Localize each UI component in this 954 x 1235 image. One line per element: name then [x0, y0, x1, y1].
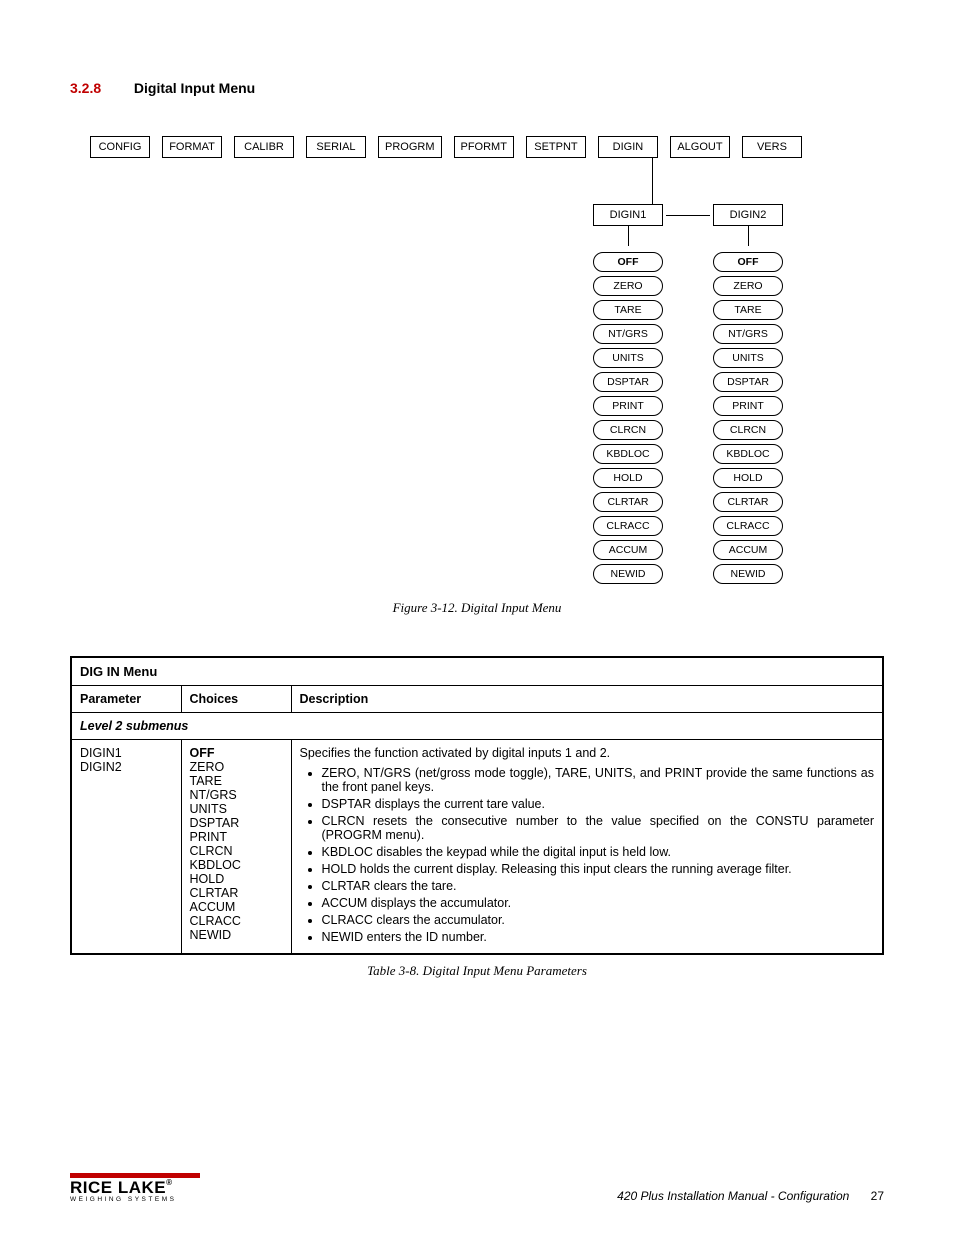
page-number: 27 — [871, 1189, 884, 1203]
bullet: CLRCN resets the consecutive number to t… — [322, 814, 875, 842]
opt2-clrcn: CLRCN — [713, 420, 783, 440]
choice-item: CLRTAR — [190, 886, 283, 900]
opt-hold: HOLD — [593, 468, 663, 488]
choice-item: NEWID — [190, 928, 283, 942]
opt-ntgrs: NT/GRS — [593, 324, 663, 344]
menu-pformt: PFORMT — [454, 136, 514, 158]
table-caption: Table 3-8. Digital Input Menu Parameters — [70, 963, 884, 979]
menu-serial: SERIAL — [306, 136, 366, 158]
figure-caption: Figure 3-12. Digital Input Menu — [70, 600, 884, 616]
choice-item: ACCUM — [190, 900, 283, 914]
menu-calibr: CALIBR — [234, 136, 294, 158]
top-menu-row: CONFIG FORMAT CALIBR SERIAL PROGRM PFORM… — [90, 136, 884, 158]
choice-item: CLRCN — [190, 844, 283, 858]
table-row: DIGIN1 DIGIN2 OFF ZERO TARE NT/GRS UNITS… — [71, 740, 883, 955]
menu-algout: ALGOUT — [670, 136, 730, 158]
param-digin1: DIGIN1 — [80, 746, 173, 760]
cell-params: DIGIN1 DIGIN2 — [71, 740, 181, 955]
opt2-newid: NEWID — [713, 564, 783, 584]
menu-vers: VERS — [742, 136, 802, 158]
opt2-tare: TARE — [713, 300, 783, 320]
opt2-print: PRINT — [713, 396, 783, 416]
param-digin2: DIGIN2 — [80, 760, 173, 774]
logo-tagline: WEIGHING SYSTEMS — [70, 1196, 200, 1203]
choice-default: OFF — [190, 746, 283, 760]
opt-tare: TARE — [593, 300, 663, 320]
section-number: 3.2.8 — [70, 80, 130, 96]
opt2-dsptar: DSPTAR — [713, 372, 783, 392]
bullet: KBDLOC disables the keypad while the dig… — [322, 845, 875, 859]
opt2-units: UNITS — [713, 348, 783, 368]
choice-item: ZERO — [190, 760, 283, 774]
opt-clracc: CLRACC — [593, 516, 663, 536]
footer-right: 420 Plus Installation Manual - Configura… — [617, 1189, 884, 1203]
choice-item: PRINT — [190, 830, 283, 844]
desc-bullets: ZERO, NT/GRS (net/gross mode toggle), TA… — [322, 766, 875, 944]
menu-setpnt: SETPNT — [526, 136, 586, 158]
logo-name: RICE LAKE® — [70, 1179, 200, 1196]
opt2-clrtar: CLRTAR — [713, 492, 783, 512]
choice-item: UNITS — [190, 802, 283, 816]
opt-accum: ACCUM — [593, 540, 663, 560]
menu-progrm: PROGRM — [378, 136, 442, 158]
opt-dsptar: DSPTAR — [593, 372, 663, 392]
page-footer: RICE LAKE® WEIGHING SYSTEMS 420 Plus Ins… — [70, 1173, 884, 1203]
bullet: DSPTAR displays the current tare value. — [322, 797, 875, 811]
digin1-box: DIGIN1 — [593, 204, 663, 226]
bullet: NEWID enters the ID number. — [322, 930, 875, 944]
desc-intro: Specifies the function activated by digi… — [300, 746, 875, 760]
cell-choices: OFF ZERO TARE NT/GRS UNITS DSPTAR PRINT … — [181, 740, 291, 955]
bullet: CLRACC clears the accumulator. — [322, 913, 875, 927]
choice-item: DSPTAR — [190, 816, 283, 830]
menu-digin: DIGIN — [598, 136, 658, 158]
bullet: CLRTAR clears the tare. — [322, 879, 875, 893]
opt-zero: ZERO — [593, 276, 663, 296]
choice-item: NT/GRS — [190, 788, 283, 802]
choice-item: KBDLOC — [190, 858, 283, 872]
digin2-options: OFF ZERO TARE NT/GRS UNITS DSPTAR PRINT … — [713, 252, 783, 586]
bullet: HOLD holds the current display. Releasin… — [322, 862, 875, 876]
choice-item: CLRACC — [190, 914, 283, 928]
bullet: ACCUM displays the accumulator. — [322, 896, 875, 910]
col-desc: Description — [291, 686, 883, 713]
choice-item: TARE — [190, 774, 283, 788]
digin1-options: OFF ZERO TARE NT/GRS UNITS DSPTAR PRINT … — [593, 252, 663, 586]
opt2-clracc: CLRACC — [713, 516, 783, 536]
digin2-box: DIGIN2 — [713, 204, 783, 226]
section-title: Digital Input Menu — [134, 80, 255, 96]
opt2-ntgrs: NT/GRS — [713, 324, 783, 344]
section-heading: 3.2.8 Digital Input Menu — [70, 80, 884, 96]
bullet: ZERO, NT/GRS (net/gross mode toggle), TA… — [322, 766, 875, 794]
col-choices: Choices — [181, 686, 291, 713]
opt2-off: OFF — [713, 252, 783, 272]
opt-off: OFF — [593, 252, 663, 272]
opt2-kbdloc: KBDLOC — [713, 444, 783, 464]
menu-diagram: CONFIG FORMAT CALIBR SERIAL PROGRM PFORM… — [90, 136, 884, 586]
opt-kbdloc: KBDLOC — [593, 444, 663, 464]
digin2-column: DIGIN2 OFF ZERO TARE NT/GRS UNITS DSPTAR… — [708, 204, 788, 586]
opt-print: PRINT — [593, 396, 663, 416]
parameter-table: DIG IN Menu Parameter Choices Descriptio… — [70, 656, 884, 955]
opt-units: UNITS — [593, 348, 663, 368]
menu-format: FORMAT — [162, 136, 222, 158]
opt2-hold: HOLD — [713, 468, 783, 488]
cell-description: Specifies the function activated by digi… — [291, 740, 883, 955]
table-title: DIG IN Menu — [71, 657, 883, 686]
col-param: Parameter — [71, 686, 181, 713]
opt-newid: NEWID — [593, 564, 663, 584]
opt-clrcn: CLRCN — [593, 420, 663, 440]
level2-row: Level 2 submenus — [71, 713, 883, 740]
opt2-zero: ZERO — [713, 276, 783, 296]
menu-config: CONFIG — [90, 136, 150, 158]
brand-logo: RICE LAKE® WEIGHING SYSTEMS — [70, 1173, 200, 1203]
choice-item: HOLD — [190, 872, 283, 886]
opt-clrtar: CLRTAR — [593, 492, 663, 512]
doc-title: 420 Plus Installation Manual - Configura… — [617, 1189, 849, 1203]
digin1-column: DIGIN1 OFF ZERO TARE NT/GRS UNITS DSPTAR… — [588, 204, 668, 586]
opt2-accum: ACCUM — [713, 540, 783, 560]
